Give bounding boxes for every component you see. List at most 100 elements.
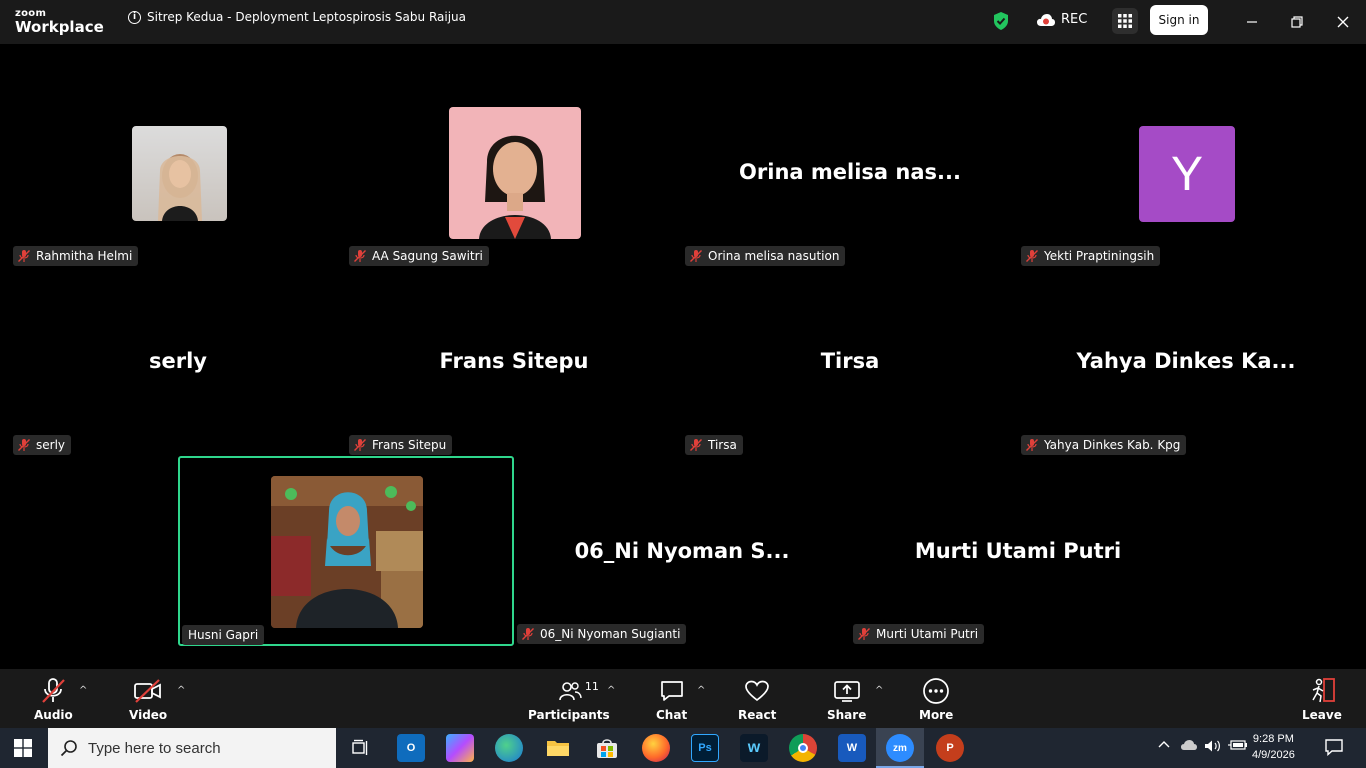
video-tile-nyoman[interactable]: 06_Ni Nyoman S... 06_Ni Nyoman Sugianti [514, 456, 850, 646]
encryption-shield-icon[interactable] [992, 11, 1010, 35]
participants-button[interactable]: 11 Participants [528, 677, 610, 722]
maximize-button[interactable] [1285, 10, 1309, 34]
video-tile-tirsa[interactable]: Tirsa Tirsa [682, 268, 1018, 458]
leave-icon [1312, 678, 1335, 703]
windows-logo-icon [14, 739, 32, 757]
participant-display-name: Yahya Dinkes Ka... [1076, 349, 1296, 373]
meeting-title[interactable]: i Sitrep Kedua - Deployment Leptospirosi… [128, 10, 466, 24]
onedrive-cloud-icon[interactable] [1180, 739, 1198, 754]
share-screen-icon [833, 681, 860, 702]
name-tag: Rahmitha Helmi [13, 246, 139, 266]
store-bag-icon [597, 739, 617, 758]
system-clock[interactable]: 9:28 PM 4/9/2026 [1252, 731, 1295, 763]
grid-icon [1118, 14, 1132, 28]
info-icon[interactable]: i [128, 10, 141, 24]
video-tile-frans[interactable]: Frans Sitepu Frans Sitepu [346, 268, 682, 458]
video-off-icon [134, 679, 161, 703]
microsoft-store-app-icon[interactable] [593, 734, 621, 762]
video-button[interactable]: Video [129, 677, 167, 722]
participant-photo [132, 126, 227, 221]
mic-muted-icon [690, 250, 702, 262]
share-options-chevron-icon[interactable]: ^ [875, 685, 883, 696]
participant-display-name: serly [149, 349, 207, 373]
restore-icon [1291, 16, 1303, 28]
notifications-icon[interactable] [1324, 738, 1344, 759]
letter-avatar: Y [1139, 126, 1235, 222]
name-tag: Husni Gapri [182, 625, 265, 645]
search-icon [60, 740, 77, 757]
photoshop-app-icon[interactable]: Ps [691, 734, 719, 762]
video-tile-rahmitha[interactable]: Rahmitha Helmi [10, 79, 346, 269]
close-icon [1337, 16, 1349, 28]
firefox-app-icon[interactable] [642, 734, 670, 762]
mic-muted-icon [690, 439, 702, 451]
video-tile-orina[interactable]: Orina melisa nas... Orina melisa nasutio… [682, 79, 1018, 269]
volume-speaker-icon[interactable] [1204, 739, 1222, 756]
participants-count: 11 [584, 680, 599, 693]
cloud-recording-indicator[interactable]: REC [1036, 12, 1087, 27]
participant-display-name: 06_Ni Nyoman S... [574, 539, 790, 563]
leave-button[interactable]: Leave [1302, 677, 1342, 722]
participant-display-name: Tirsa [820, 349, 880, 373]
show-hidden-icons-chevron-icon[interactable] [1158, 739, 1170, 754]
participants-options-chevron-icon[interactable]: ^ [607, 685, 615, 696]
video-tile-serly[interactable]: serly serly [10, 268, 346, 458]
heart-icon [745, 680, 770, 702]
name-tag: serly [13, 435, 72, 455]
file-explorer-app-icon[interactable] [544, 734, 572, 762]
participant-photo [271, 476, 423, 628]
battery-icon[interactable] [1228, 739, 1248, 754]
minimize-icon [1247, 21, 1257, 23]
copilot-app-icon[interactable] [446, 734, 474, 762]
audio-button[interactable]: Audio [34, 677, 73, 722]
word-app-icon[interactable]: W [838, 734, 866, 762]
share-button[interactable]: Share [827, 677, 866, 722]
more-icon [923, 678, 949, 704]
more-button[interactable]: More [919, 677, 953, 722]
close-button[interactable] [1331, 10, 1355, 34]
participant-display-name: Frans Sitepu [439, 349, 589, 373]
chrome-app-icon[interactable] [789, 734, 817, 762]
folder-icon [547, 741, 569, 756]
zoom-app-icon[interactable]: zm [886, 734, 914, 762]
video-tile-yahya[interactable]: Yahya Dinkes Ka... Yahya Dinkes Kab. Kpg [1018, 268, 1354, 458]
edge-app-icon[interactable] [495, 734, 523, 762]
outlook-app-icon[interactable]: O [397, 734, 425, 762]
sign-in-button[interactable]: Sign in [1150, 5, 1208, 35]
video-tile-husni-active-speaker[interactable]: Husni Gapri [178, 456, 514, 646]
react-button[interactable]: React [738, 677, 776, 722]
title-bar: zoom Workplace i Sitrep Kedua - Deployme… [0, 0, 1366, 44]
name-tag: 06_Ni Nyoman Sugianti [517, 624, 687, 644]
chat-icon [660, 681, 683, 701]
mic-muted-icon [18, 250, 30, 262]
task-view-icon [352, 739, 368, 755]
task-view-button[interactable] [346, 734, 374, 762]
mic-muted-icon [858, 628, 870, 640]
zoom-logo: zoom Workplace [15, 8, 104, 36]
name-tag: Tirsa [685, 435, 743, 455]
video-tile-yekti[interactable]: Y Yekti Praptiningsih [1018, 79, 1354, 269]
video-options-chevron-icon[interactable]: ^ [177, 685, 185, 696]
audio-options-chevron-icon[interactable]: ^ [79, 685, 87, 696]
name-tag: Frans Sitepu [349, 435, 453, 455]
cloud-record-icon [1037, 13, 1055, 26]
windows-start-button[interactable] [14, 739, 32, 761]
chat-options-chevron-icon[interactable]: ^ [697, 685, 705, 696]
taskbar-search-input[interactable]: Type here to search [48, 728, 336, 768]
video-tile-sagung[interactable]: AA Sagung Sawitri [346, 79, 682, 269]
name-tag: Murti Utami Putri [853, 624, 985, 644]
mic-muted-icon [1026, 439, 1038, 451]
mic-muted-icon [522, 628, 534, 640]
powerpoint-app-icon[interactable]: P [936, 734, 964, 762]
webex-app-icon[interactable]: w [740, 734, 768, 762]
mic-muted-icon [42, 678, 66, 703]
apps-grid-button[interactable] [1112, 8, 1138, 34]
video-tile-murti[interactable]: Murti Utami Putri Murti Utami Putri [850, 456, 1186, 646]
chat-button[interactable]: Chat [656, 677, 687, 722]
minimize-button[interactable] [1240, 10, 1264, 34]
name-tag: Orina melisa nasution [685, 246, 846, 266]
name-tag: Yahya Dinkes Kab. Kpg [1021, 435, 1187, 455]
participant-display-name: Orina melisa nas... [739, 160, 961, 184]
windows-taskbar: Type here to search O Ps w W zm P 9:28 P… [0, 728, 1366, 768]
name-tag: AA Sagung Sawitri [349, 246, 489, 266]
